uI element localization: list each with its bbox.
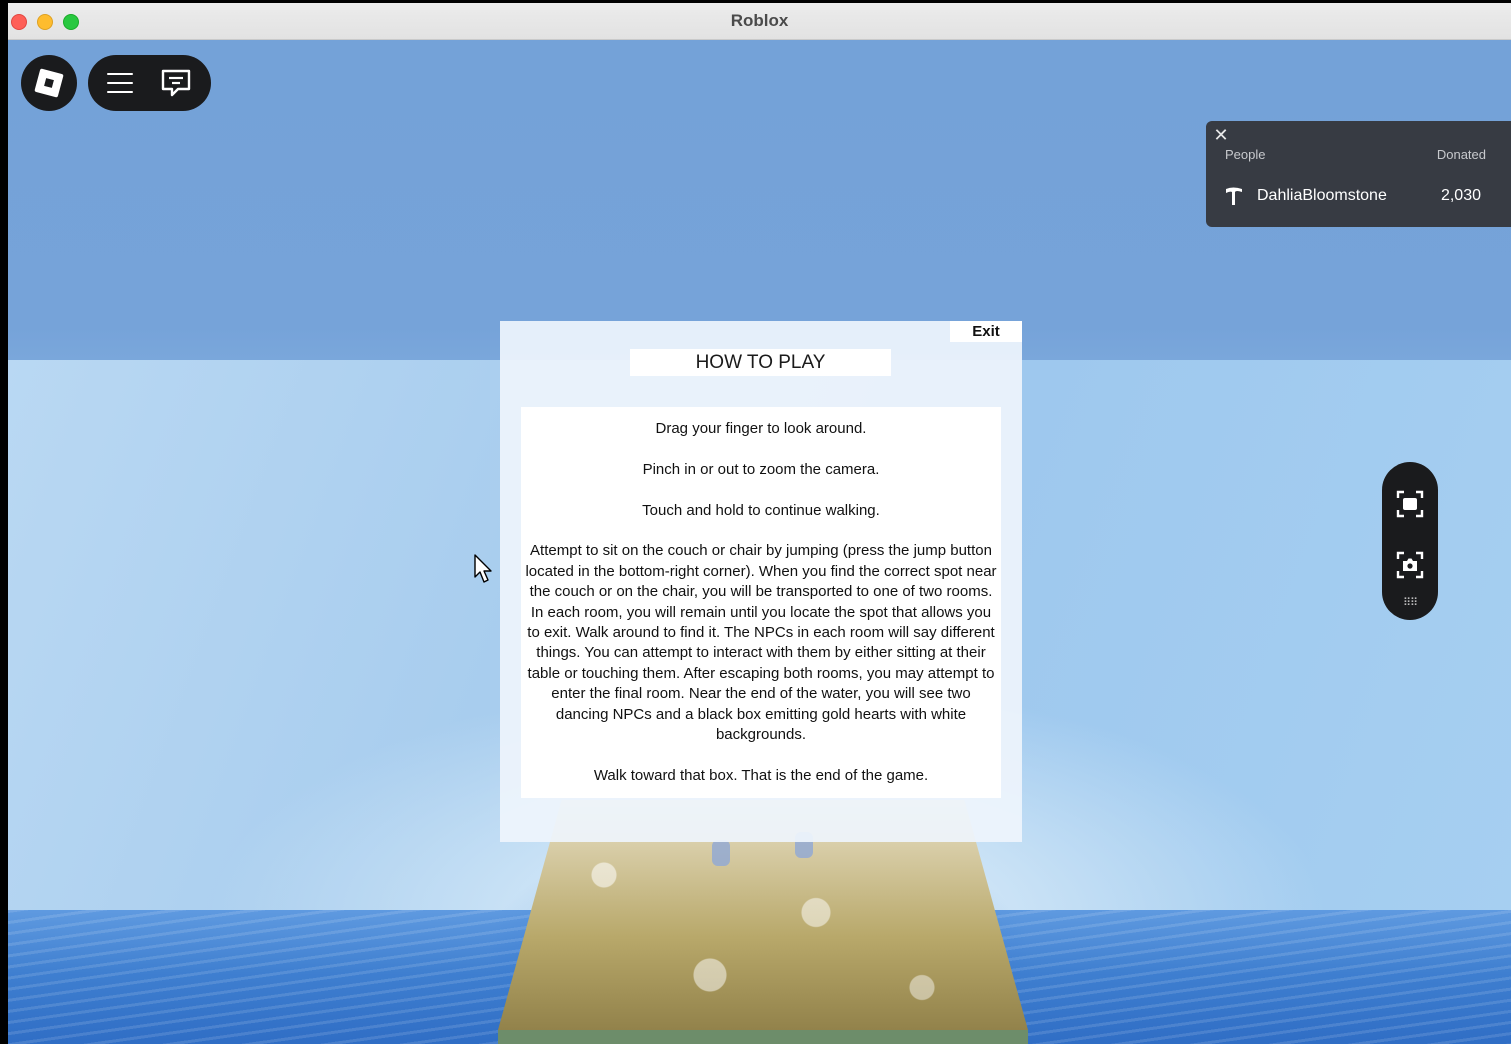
dialog-title: HOW TO PLAY	[630, 349, 891, 376]
camera-controls: ⠿⠿	[1382, 462, 1438, 620]
game-viewport[interactable]: ✕ People Donated DahliaBloomstone 2,030	[8, 40, 1511, 1044]
roblox-window: Roblox ✕ People Donated DahliaBloomstone…	[8, 3, 1511, 1044]
instruction-paragraph: Touch and hold to continue walking.	[642, 501, 880, 519]
screenshot-camera-icon[interactable]	[1395, 550, 1425, 580]
drag-handle-icon[interactable]: ⠿⠿	[1397, 598, 1423, 609]
donated-column-header: Donated	[1436, 147, 1486, 162]
topbar-pill	[88, 55, 211, 111]
people-column-header: People	[1225, 147, 1266, 162]
camera-capture-icon[interactable]	[1395, 489, 1425, 519]
roblox-menu-button[interactable]	[21, 55, 77, 111]
instruction-paragraph: Attempt to sit on the couch or chair by …	[525, 542, 997, 744]
close-icon[interactable]: ✕	[1212, 126, 1230, 144]
instruction-paragraph: Pinch in or out to zoom the camera.	[642, 460, 880, 478]
platform-edge	[498, 1030, 1028, 1044]
how-to-play-dialog: Exit HOW TO PLAY Drag your finger to loo…	[500, 321, 1022, 842]
hammer-tool-icon	[1226, 187, 1242, 205]
roblox-logo-icon	[34, 68, 64, 98]
instruction-paragraph: Walk toward that box. That is the end of…	[593, 766, 929, 784]
donated-amount: 2,030	[1440, 187, 1481, 204]
hamburger-menu-icon[interactable]	[102, 65, 138, 101]
chat-bubble-icon[interactable]	[158, 65, 194, 101]
player-name: DahliaBloomstone	[1257, 187, 1387, 204]
window-title: Roblox	[730, 11, 789, 30]
title-bar: Roblox	[8, 3, 1511, 40]
leaderboard-row[interactable]: DahliaBloomstone 2,030	[1206, 183, 1511, 211]
exit-button[interactable]: Exit	[950, 321, 1022, 342]
mouse-cursor-icon	[474, 554, 492, 583]
instruction-paragraph: Drag your finger to look around.	[655, 420, 867, 437]
donations-leaderboard: ✕ People Donated DahliaBloomstone 2,030	[1206, 121, 1511, 227]
avatar-foot-left	[712, 840, 730, 866]
instructions-text: Drag your finger to look around. Pinch i…	[521, 407, 1001, 798]
